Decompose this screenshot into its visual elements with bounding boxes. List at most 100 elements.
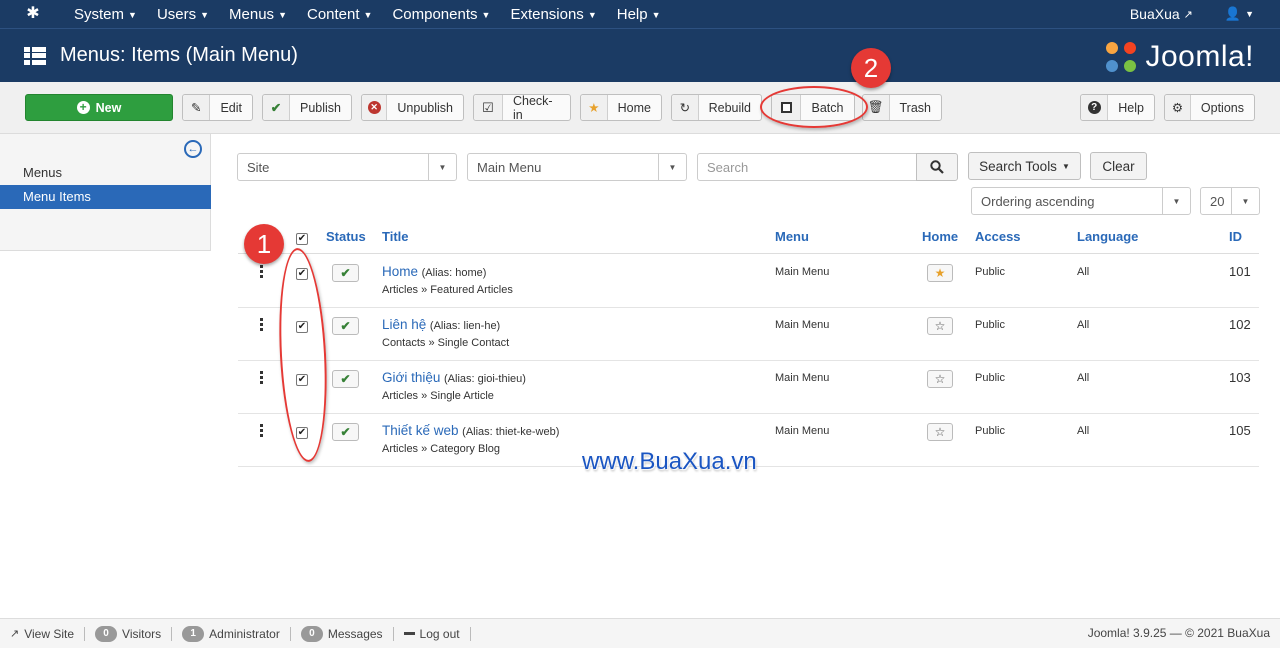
sidebar-item-menus[interactable]: Menus — [0, 161, 211, 185]
checkin-label: Check-in — [513, 93, 553, 122]
unpublish-button[interactable]: ✕ Unpublish — [361, 94, 464, 121]
plus-icon: + — [76, 101, 90, 114]
menu-column-header[interactable]: Menu — [775, 229, 809, 244]
item-type: Articles » Featured Articles — [382, 284, 513, 296]
menu-components[interactable]: Components ▼ — [382, 0, 500, 28]
home-button[interactable]: ★ Home — [580, 94, 662, 121]
title-column-header[interactable]: Title — [382, 229, 409, 244]
item-title-link[interactable]: Home — [382, 264, 418, 279]
limit-select[interactable]: 20 ▼ — [1200, 187, 1260, 215]
admin-count-badge: 1 — [182, 625, 205, 642]
row-title: Liên hệ (Alias: lien-he) — [382, 317, 500, 332]
ordering-value: Ordering ascending — [981, 193, 1095, 209]
checkin-button[interactable]: ☑ Check-in — [473, 93, 571, 122]
collapse-sidebar-icon[interactable]: ← — [184, 140, 202, 158]
messages-info[interactable]: 0 Messages — [291, 625, 394, 642]
messages-count-badge: 0 — [300, 625, 323, 642]
item-title-link[interactable]: Liên hệ — [382, 317, 426, 332]
item-language: All — [1077, 319, 1090, 331]
limit-value: 20 — [1210, 193, 1225, 209]
menu-extensions[interactable]: Extensions ▼ — [500, 0, 606, 28]
published-toggle[interactable]: ✔ — [332, 317, 359, 335]
item-title-link[interactable]: Giới thiệu — [382, 370, 440, 385]
item-language: All — [1077, 372, 1090, 384]
site-link[interactable]: BuaXua ↗ — [1130, 6, 1193, 22]
home-star-outline-icon[interactable]: ☆ — [927, 423, 953, 441]
drag-handle-icon[interactable] — [260, 318, 263, 331]
view-site-link[interactable]: ↗ View Site — [0, 626, 86, 641]
batch-highlight-ellipse — [760, 86, 868, 128]
search-input[interactable]: Search — [697, 153, 917, 181]
select-all-checkbox[interactable]: ✔ — [296, 233, 308, 245]
trash-button[interactable]: 🗑 Trash — [862, 94, 942, 121]
search-tools-label: Search Tools — [979, 158, 1057, 174]
menu-select[interactable]: Main Menu ▼ — [467, 153, 687, 181]
drag-handle-icon[interactable] — [260, 265, 263, 278]
publish-button[interactable]: ✔ Publish — [262, 94, 352, 121]
home-star-outline-icon[interactable]: ☆ — [927, 370, 953, 388]
toolbar: + New ✎ Edit ✔ Publish ✕ Unpublish ☑ Che… — [0, 82, 1280, 134]
menu-label: Users — [156, 5, 197, 23]
step-2-badge: 2 — [851, 48, 891, 88]
top-navbar: ✱ System ▼ Users ▼ Menus ▼ Content ▼ Compone… — [0, 0, 1280, 28]
caret-down-icon: ▼ — [363, 10, 373, 20]
visitors-info[interactable]: 0 Visitors — [85, 625, 173, 642]
page-header: Menus: Items (Main Menu) Joomla! — [0, 28, 1280, 82]
published-toggle[interactable]: ✔ — [332, 264, 359, 282]
rebuild-label: Rebuild — [708, 100, 751, 115]
search-button[interactable] — [916, 153, 958, 181]
clear-button[interactable]: Clear — [1090, 152, 1147, 180]
item-id: 102 — [1229, 317, 1251, 332]
item-menu: Main Menu — [775, 372, 830, 384]
user-menu[interactable]: 👤 ▼ — [1225, 6, 1254, 22]
caret-down-icon: ▼ — [658, 154, 686, 180]
new-button[interactable]: + New — [25, 94, 173, 121]
menu-help[interactable]: Help ▼ — [607, 0, 671, 28]
status-bar: ↗ View Site 0 Visitors 1 Administrator 0… — [0, 618, 1280, 648]
sidebar-item-menu-items[interactable]: Menu Items — [0, 185, 211, 209]
drag-handle-icon[interactable] — [260, 371, 263, 384]
item-access: Public — [975, 319, 1005, 331]
question-icon: ? — [1081, 95, 1109, 120]
access-column-header[interactable]: Access — [975, 229, 1021, 244]
visitors-label: Visitors — [122, 626, 162, 641]
view-site-label: View Site — [24, 626, 75, 641]
item-access: Public — [975, 372, 1005, 384]
options-button[interactable]: ⚙ Options — [1164, 94, 1255, 121]
menu-menus[interactable]: Menus ▼ — [219, 0, 297, 28]
menu-system[interactable]: System ▼ — [64, 0, 147, 28]
published-toggle[interactable]: ✔ — [332, 370, 359, 388]
joomla-logo-icon[interactable]: ✱ — [24, 5, 42, 23]
item-title-link[interactable]: Thiết kế web — [382, 423, 459, 438]
administrator-info[interactable]: 1 Administrator — [172, 625, 291, 642]
help-button[interactable]: ? Help — [1080, 94, 1155, 121]
home-star-icon[interactable]: ★ — [927, 264, 953, 282]
caret-down-icon: ▼ — [481, 10, 491, 20]
caret-down-icon: ▼ — [1162, 188, 1190, 214]
item-alias: (Alias: thiet-ke-web) — [462, 426, 560, 438]
logout-link[interactable]: Log out — [394, 626, 471, 641]
status-column-header[interactable]: Status — [326, 229, 366, 244]
home-star-outline-icon[interactable]: ☆ — [927, 317, 953, 335]
home-label: Home — [617, 100, 651, 115]
search-placeholder: Search — [707, 159, 749, 175]
search-tools-button[interactable]: Search Tools ▼ — [968, 152, 1081, 180]
ordering-select[interactable]: Ordering ascending ▼ — [971, 187, 1191, 215]
client-select[interactable]: Site ▼ — [237, 153, 457, 181]
drag-handle-icon[interactable] — [260, 424, 263, 437]
home-column-header[interactable]: Home — [922, 229, 958, 244]
published-toggle[interactable]: ✔ — [332, 423, 359, 441]
language-column-header[interactable]: Language — [1077, 229, 1138, 244]
menu-users[interactable]: Users ▼ — [147, 0, 219, 28]
menu-label: Content — [306, 5, 360, 23]
id-column-header[interactable]: ID — [1229, 229, 1242, 244]
rebuild-button[interactable]: ↻ Rebuild — [671, 94, 762, 121]
item-type: Articles » Single Article — [382, 390, 494, 402]
messages-label: Messages — [327, 626, 383, 641]
user-icon: 👤 — [1224, 6, 1242, 21]
menu-label: Menus — [229, 5, 275, 23]
edit-button[interactable]: ✎ Edit — [182, 94, 253, 121]
caret-down-icon: ▼ — [1231, 188, 1259, 214]
caret-down-icon: ▼ — [651, 10, 661, 20]
menu-content[interactable]: Content ▼ — [297, 0, 382, 28]
